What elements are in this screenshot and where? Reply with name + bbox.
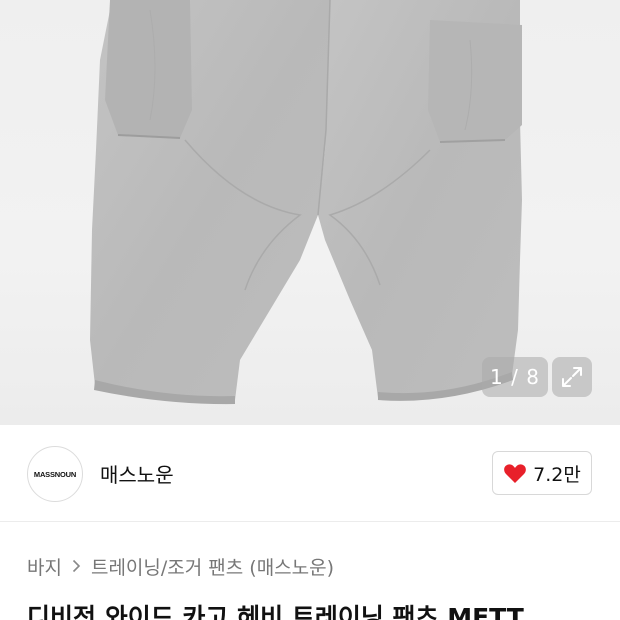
chevron-right-icon — [72, 556, 81, 578]
like-button[interactable]: 7.2만 — [492, 451, 592, 495]
expand-image-button[interactable] — [552, 357, 592, 397]
like-count: 7.2만 — [533, 463, 581, 486]
brand-logo[interactable]: MASSNOUN — [27, 446, 83, 502]
product-title: 디비전 와이드 카고 헤비 트레이닝 팬츠 MFTT — [27, 603, 524, 620]
product-image[interactable]: 1 / 8 — [0, 0, 620, 425]
brand-name[interactable]: 매스노운 — [100, 459, 174, 488]
expand-icon — [562, 367, 582, 387]
breadcrumb-item-category[interactable]: 바지 — [27, 553, 62, 580]
brand-logo-text: MASSNOUN — [33, 469, 77, 479]
brand-row: MASSNOUN 매스노운 7.2만 — [0, 425, 620, 522]
image-counter: 1 / 8 — [482, 357, 548, 397]
heart-icon — [504, 464, 526, 483]
product-page: 1 / 8 MASSNOUN 매스노운 7.2만 바지 트레이닝/조거 팬츠 (… — [0, 0, 620, 620]
breadcrumb: 바지 트레이닝/조거 팬츠 (매스노운) — [27, 553, 334, 580]
breadcrumb-item-subcategory[interactable]: 트레이닝/조거 팬츠 (매스노운) — [91, 553, 334, 580]
